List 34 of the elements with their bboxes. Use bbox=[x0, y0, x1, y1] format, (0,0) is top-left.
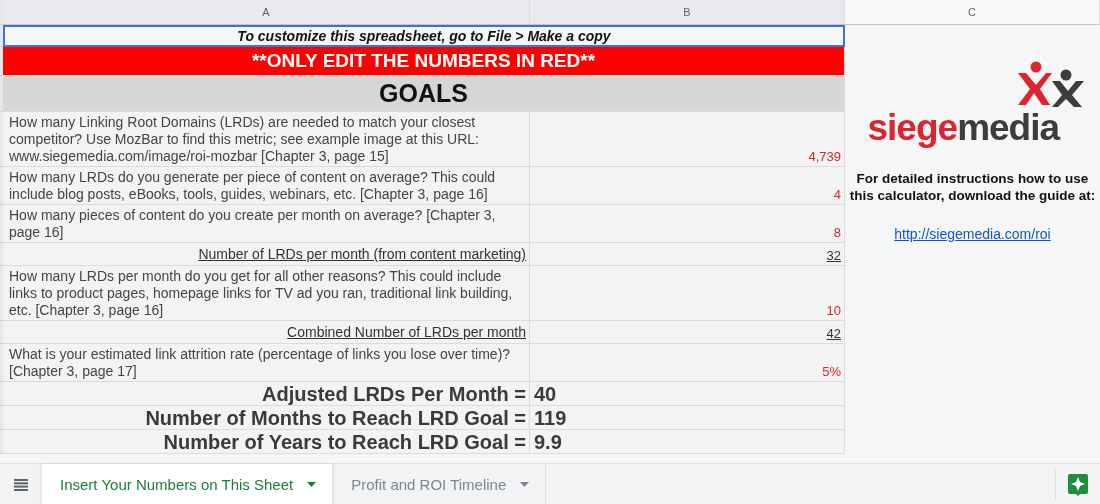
result-value: 40 bbox=[530, 382, 845, 406]
question-cell: How many pieces of content do you create per month on average? [Chapter 3, page 16] bbox=[3, 205, 530, 243]
input-value-cell[interactable]: 5% bbox=[530, 344, 845, 382]
input-value-cell[interactable]: 8 bbox=[530, 205, 845, 243]
input-value-cell[interactable]: 4 bbox=[530, 167, 845, 205]
warning-banner: **ONLY EDIT THE NUMBERS IN RED** bbox=[3, 47, 845, 76]
result-label: Adjusted LRDs Per Month = bbox=[3, 382, 530, 406]
goals-heading: GOALS bbox=[3, 76, 845, 112]
sheet-tab[interactable]: Profit and ROI Timeline bbox=[333, 464, 547, 504]
column-header[interactable]: A bbox=[3, 0, 530, 25]
question-cell: How many LRDs do you generate per piece of content on average? This could include blog posts, eBooks, tools, guides, webinars, etc. [Chapter 3, page 16] bbox=[3, 167, 530, 205]
banner-cell[interactable]: To customize this spreadsheet, go to File > Make a copy bbox=[3, 25, 845, 47]
column-header[interactable]: C bbox=[845, 0, 1100, 25]
result-value: 119 bbox=[530, 406, 845, 430]
sheet-tab[interactable]: Insert Your Numbers on This Sheet bbox=[42, 464, 334, 504]
subtotal-label: Number of LRDs per month (from content marketing) bbox=[198, 246, 526, 263]
input-value-cell[interactable]: 10 bbox=[530, 266, 845, 321]
result-value: 9.9 bbox=[530, 430, 845, 454]
question-cell: How many Linking Root Domains (LRDs) are needed to match your closest competitor? Use MozBar to find this metric; see example image at this URL: www.siegemedia.com/image/roi-mozbar [Chapter 3, page 15] bbox=[3, 112, 530, 167]
column-header[interactable]: B bbox=[530, 0, 845, 25]
question-cell: How many LRDs per month do you get for all other reasons? This could include links to product pages, homepage links for TV ad you ran, traditional link building, etc. [Chapter 3, page 16] bbox=[3, 266, 530, 321]
result-label: Number of Years to Reach LRD Goal = bbox=[3, 430, 530, 454]
subtotal-value: 32 bbox=[826, 248, 841, 263]
caret-icon bbox=[520, 482, 530, 487]
subtotal-value: 42 bbox=[826, 326, 841, 341]
logo-wordmark: siegemedia bbox=[867, 107, 1060, 149]
explore-icon[interactable] bbox=[1068, 473, 1088, 496]
caret-icon bbox=[307, 482, 317, 487]
menu-icon[interactable] bbox=[14, 478, 28, 491]
guide-link[interactable]: http://siegemedia.com/roi bbox=[894, 226, 1051, 242]
input-value-cell[interactable]: 4,739 bbox=[530, 112, 845, 167]
subtotal-label: Combined Number of LRDs per month bbox=[287, 324, 526, 341]
result-label: Number of Months to Reach LRD Goal = bbox=[3, 406, 530, 430]
question-cell: What is your estimated link attrition rate (percentage of links you lose over time)? [Chapter 3, page 17] bbox=[3, 344, 530, 382]
